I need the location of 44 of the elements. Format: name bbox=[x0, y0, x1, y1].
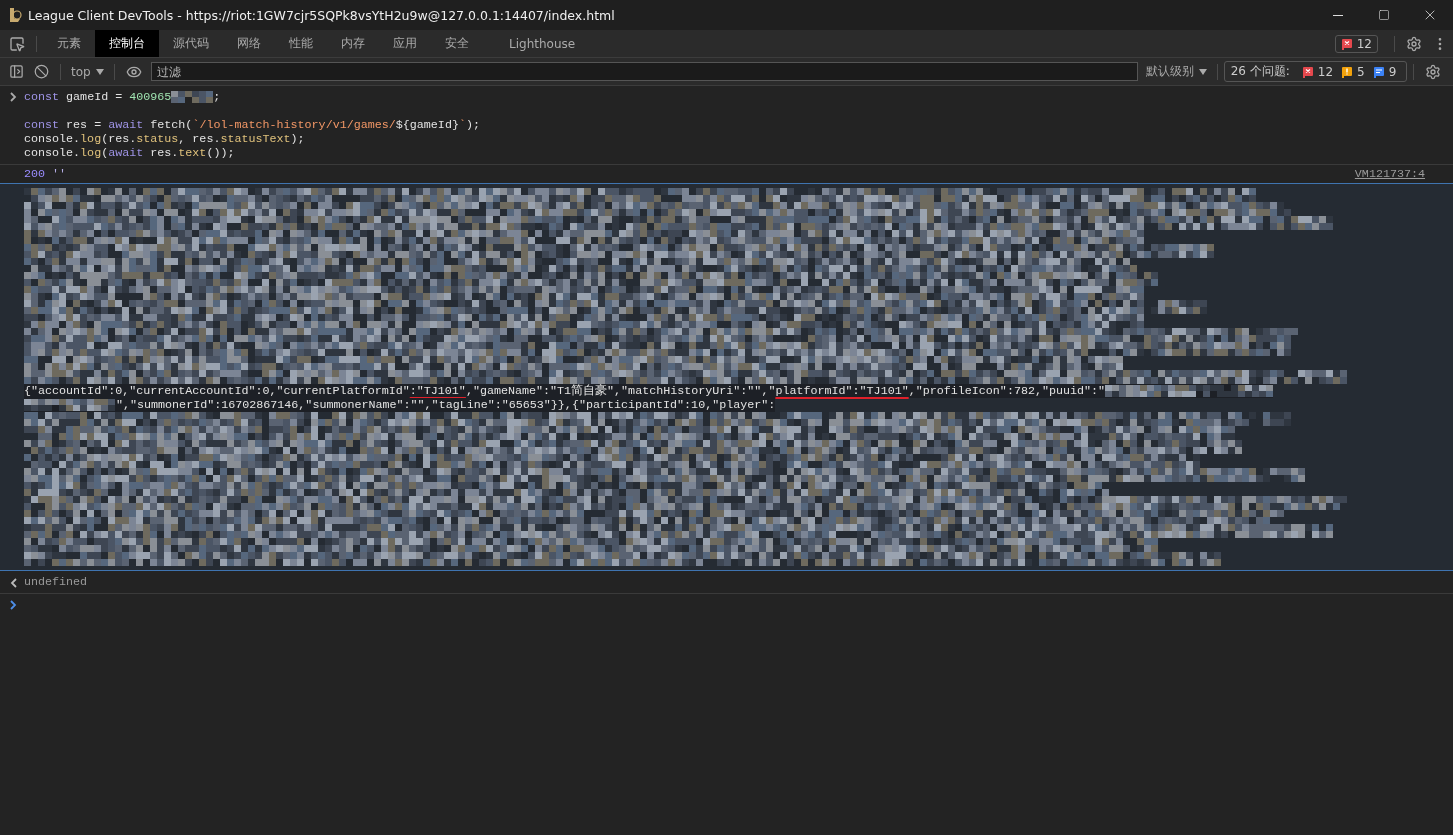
input-prompt-icon bbox=[10, 92, 17, 102]
panel-tab[interactable]: 元素 bbox=[43, 30, 95, 57]
issue-count: 9 bbox=[1388, 64, 1397, 79]
filter-field[interactable]: 过滤 bbox=[150, 62, 1138, 81]
panel-tab[interactable]: 应用 bbox=[379, 30, 431, 57]
issue-count: 12 bbox=[1317, 64, 1334, 79]
issue-count: 5 bbox=[1357, 64, 1365, 79]
redaction-mosaic bbox=[171, 91, 214, 103]
code-line: const gameId = 400965 ; bbox=[24, 90, 222, 104]
panel-tab[interactable]: 安全 bbox=[431, 30, 483, 57]
issues-badge[interactable]: 12 bbox=[1334, 34, 1378, 53]
panel-tab[interactable]: 性能 bbox=[275, 30, 327, 57]
issue-count: 12 bbox=[1356, 36, 1372, 51]
error-flag-icon bbox=[1340, 37, 1353, 50]
issues-counter[interactable]: 26 个问题: 12 5 9 bbox=[1223, 61, 1408, 82]
app-logo-icon bbox=[8, 7, 22, 23]
sidebar-icon bbox=[9, 64, 24, 79]
issues-label: 26 个问题: bbox=[1230, 63, 1290, 80]
log-level-dropdown[interactable]: 默认级别 bbox=[1141, 63, 1211, 80]
error-flag-icon bbox=[1301, 65, 1314, 78]
caret-icon bbox=[1198, 68, 1207, 75]
result-value: undefined bbox=[24, 575, 88, 589]
context-dropdown[interactable]: top bbox=[67, 64, 108, 79]
panel-tab[interactable]: 内存 bbox=[327, 30, 379, 57]
info-flag-icon bbox=[1372, 65, 1385, 78]
clear-icon bbox=[34, 64, 49, 79]
caret-icon bbox=[95, 68, 104, 75]
settings-icon bbox=[1425, 63, 1442, 80]
window-title: League Client DevTools - https://riot:1GW7cjr5SQPk8vsYtH2u9w@127.0.0.1:14407/index.html bbox=[28, 7, 616, 23]
inspect-icon bbox=[9, 35, 25, 52]
source-link[interactable]: VM121737:4 bbox=[1354, 167, 1425, 181]
panel-tab[interactable]: Lighthouse bbox=[495, 30, 590, 57]
settings-icon bbox=[1406, 35, 1422, 52]
code-line: const res = await fetch(`/lol-match-history/v1/games/${gameId}`); bbox=[24, 118, 480, 132]
panel-tab[interactable]: 控制台 bbox=[95, 30, 159, 57]
code-line: console.log(await res.text()); bbox=[24, 146, 236, 160]
warning-flag-icon bbox=[1341, 65, 1354, 78]
panel-tab[interactable]: 网络 bbox=[223, 30, 275, 57]
panel-tab[interactable]: 源代码 bbox=[159, 30, 223, 57]
minimize-icon bbox=[1333, 14, 1343, 16]
maximize-icon bbox=[1378, 9, 1390, 21]
log-output: 200 '' bbox=[24, 167, 67, 181]
prompt-icon bbox=[10, 600, 17, 610]
code-line: console.log(res.status, res.statusText); bbox=[24, 132, 306, 146]
